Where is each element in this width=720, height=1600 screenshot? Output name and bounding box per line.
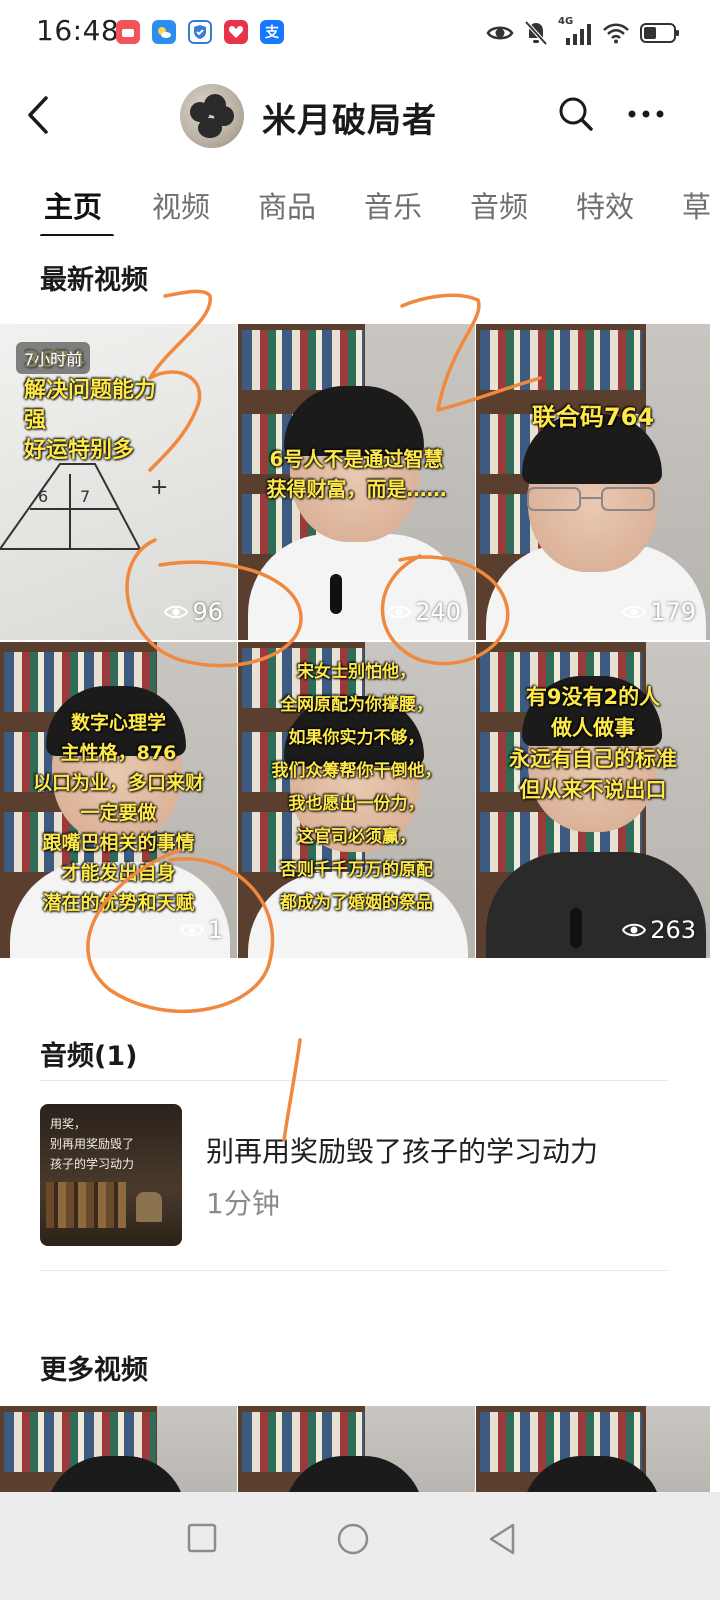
notification-icons: 支 xyxy=(116,20,284,44)
tab-products[interactable]: 商品 xyxy=(258,184,316,226)
eye-icon xyxy=(486,26,514,40)
tab-videos[interactable]: 视频 xyxy=(152,184,210,226)
tab-home[interactable]: 主页 xyxy=(44,184,102,226)
mute-icon xyxy=(524,20,548,46)
eye-icon xyxy=(179,923,204,937)
tab-music[interactable]: 音乐 xyxy=(364,184,422,226)
video-tile[interactable] xyxy=(0,1406,237,1502)
status-bar: 16:48 支 4G xyxy=(0,0,720,68)
signal-icon: 4G xyxy=(558,16,592,46)
latest-videos-title: 最新视频 xyxy=(40,265,148,296)
more-icon xyxy=(628,110,664,118)
system-icons: 4G xyxy=(486,16,680,46)
time-badge: 7小时前 xyxy=(16,342,91,374)
view-count: 263 xyxy=(622,916,696,944)
view-count-value: 179 xyxy=(650,598,696,626)
channel-name: 米月破局者 xyxy=(262,101,437,141)
video-tile[interactable]: 6号人不是通过智慧 获得财富，而是…… 240 xyxy=(238,324,475,640)
back-arrow-icon xyxy=(28,96,48,134)
search-button[interactable] xyxy=(556,94,596,134)
more-button[interactable] xyxy=(624,102,668,126)
view-count-value: 96 xyxy=(192,598,223,626)
heart-app-icon xyxy=(224,20,248,44)
svg-text:7: 7 xyxy=(80,487,90,506)
audio-thumbnail-text: 用奖， 别再用奖励毁了 孩子的学习动力 xyxy=(50,1117,135,1171)
home-button[interactable] xyxy=(336,1522,370,1556)
eye-icon xyxy=(622,923,647,937)
tab-drafts[interactable]: 草 xyxy=(682,184,711,226)
back-nav-button[interactable] xyxy=(486,1522,518,1556)
channel-avatar[interactable] xyxy=(180,84,244,148)
view-count-value: 1 xyxy=(207,916,223,944)
view-count-value: 263 xyxy=(650,916,696,944)
audio-duration: 1分钟 xyxy=(206,1187,280,1220)
eye-icon xyxy=(387,605,412,619)
channel-header: 米月破局者 xyxy=(0,80,720,150)
more-videos-grid xyxy=(0,1406,720,1502)
battery-icon xyxy=(640,23,679,43)
video-tile[interactable] xyxy=(476,1406,710,1502)
tab-audio[interactable]: 音频 xyxy=(470,184,528,226)
divider xyxy=(40,1080,668,1081)
svg-text:6: 6 xyxy=(38,487,48,506)
shield-app-icon xyxy=(188,20,212,44)
svg-text:+: + xyxy=(150,475,168,500)
view-count: 179 xyxy=(622,598,696,626)
alipay-app-icon: 支 xyxy=(260,20,284,44)
more-videos-title: 更多视频 xyxy=(40,1355,148,1386)
divider xyxy=(40,1270,668,1271)
glasses-shape xyxy=(527,487,655,511)
view-count-value: 240 xyxy=(415,598,461,626)
audio-item[interactable]: 用奖， 别再用奖励毁了 孩子的学习动力 别再用奖励毁了孩子的学习动力 1分钟 xyxy=(40,1104,680,1246)
view-count: 1 xyxy=(179,916,223,944)
tab-effects[interactable]: 特效 xyxy=(576,184,634,226)
active-tab-indicator xyxy=(40,234,114,236)
view-count: 96 xyxy=(164,598,223,626)
back-button[interactable] xyxy=(22,92,62,138)
eye-icon xyxy=(164,605,189,619)
status-time: 16:48 xyxy=(36,14,120,47)
audio-title: 别再用奖励毁了孩子的学习动力 xyxy=(206,1135,599,1168)
video-caption: 数字心理学 主性格，876 以口为业，多口来财 一定要做 跟嘴巴相关的事情 才能… xyxy=(32,712,204,914)
video-tile[interactable]: 数字心理学 主性格，876 以口为业，多口来财 一定要做 跟嘴巴相关的事情 才能… xyxy=(0,642,237,958)
recent-apps-button[interactable] xyxy=(186,1522,218,1554)
video-tile[interactable]: 联合码764 179 xyxy=(476,324,710,640)
video-caption: 联合码764 xyxy=(531,403,655,431)
system-navigation-bar xyxy=(0,1492,720,1600)
video-caption: 6号人不是通过智慧 获得财富，而是…… xyxy=(266,447,447,501)
search-icon xyxy=(559,97,593,131)
wifi-icon xyxy=(603,23,629,44)
video-tile[interactable]: 宋女士别怕他， 全网原配为你撑腰， 如果你实力不够， 我们众筹帮你干倒他， 我也… xyxy=(238,642,475,958)
video-caption: 有9没有2的人 做人做事 永远有自己的标准 但从来不说出口 xyxy=(509,685,677,802)
video-tile[interactable]: 有9没有2的人 做人做事 永远有自己的标准 但从来不说出口 263 xyxy=(476,642,710,958)
eye-icon xyxy=(622,605,647,619)
video-caption: 宋女士别怕他， 全网原配为你撑腰， 如果你实力不够， 我们众筹帮你干倒他， 我也… xyxy=(271,662,442,913)
video-tile[interactable]: 67 + 3674 解决问题能力 强 好运特别多 7小时前 96 xyxy=(0,324,237,640)
video-tile[interactable] xyxy=(238,1406,475,1502)
pyramid-drawing: 6 7 + xyxy=(0,463,168,550)
audio-section-title: 音频(1) xyxy=(40,1041,138,1072)
view-count: 240 xyxy=(387,598,461,626)
profile-tabs: 主页 视频 商品 音乐 音频 特效 草 xyxy=(0,184,720,236)
red-app-icon xyxy=(116,20,140,44)
audio-thumbnail: 用奖， 别再用奖励毁了 孩子的学习动力 xyxy=(40,1104,182,1246)
weather-app-icon xyxy=(152,20,176,44)
